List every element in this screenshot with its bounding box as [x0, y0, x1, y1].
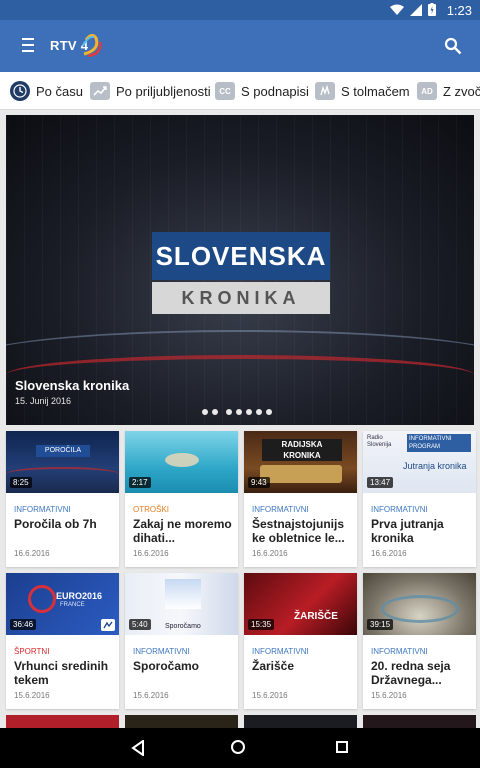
- search-icon[interactable]: [444, 37, 462, 55]
- video-card-partial[interactable]: [6, 715, 119, 729]
- trending-icon: [90, 82, 110, 100]
- video-card[interactable]: EURO2016 FRANCE 36:46 ŠPORTNI Vrhunci sr…: [6, 573, 119, 709]
- category: ŠPORTNI: [14, 647, 50, 656]
- video-title: Žarišče: [252, 659, 295, 673]
- duration: 8:25: [10, 477, 32, 488]
- video-title: Sporočamo: [133, 659, 200, 673]
- logo-swirl-icon: [82, 34, 102, 58]
- show-logo: SLOVENSKA KRONIKA: [152, 232, 330, 314]
- featured-carousel[interactable]: SLOVENSKA KRONIKA Slovenska kronika 15. …: [6, 115, 474, 425]
- thumbnail: EURO2016 FRANCE 36:46: [6, 573, 119, 635]
- recent-apps-icon[interactable]: [336, 741, 348, 753]
- video-date: 15.6.2016: [133, 691, 169, 700]
- video-title: 20. redna seja Državnega...: [371, 659, 451, 687]
- filter-label: Po priljubljenosti: [116, 83, 211, 99]
- video-card[interactable]: Radio Slovenija INFORMATIVNI PROGRAM Jut…: [363, 431, 476, 567]
- video-card[interactable]: Sporočamo 5:40 INFORMATIVNI Sporočamo 15…: [125, 573, 238, 709]
- menu-icon[interactable]: [22, 38, 36, 54]
- audio-description-icon: AD: [417, 82, 437, 100]
- filter-label: Po času: [36, 83, 83, 99]
- app-bar: RTV 4: [0, 20, 480, 72]
- carousel-indicator[interactable]: [202, 409, 272, 415]
- category: INFORMATIVNI: [252, 647, 309, 656]
- duration: 36:46: [10, 619, 37, 630]
- system-navigation-bar: [0, 728, 480, 768]
- filter-sign-language[interactable]: S tolmačem: [315, 80, 410, 102]
- video-card[interactable]: RADIJSKA KRONIKA 9:43 INFORMATIVNI Šestn…: [244, 431, 357, 567]
- filter-by-time[interactable]: Po času: [10, 80, 83, 102]
- category: INFORMATIVNI: [133, 647, 190, 656]
- video-date: 16.6.2016: [371, 549, 407, 558]
- thumbnail: 2:17: [125, 431, 238, 493]
- thumbnail: 39:15: [363, 573, 476, 635]
- category: INFORMATIVNI: [371, 505, 428, 514]
- duration: 39:15: [367, 619, 394, 630]
- video-date: 16.6.2016: [252, 549, 288, 558]
- category: INFORMATIVNI: [371, 647, 428, 656]
- duration: 2:17: [129, 477, 151, 488]
- duration: 13:47: [367, 477, 394, 488]
- cc-icon: CC: [215, 82, 235, 100]
- video-card-partial[interactable]: [125, 715, 238, 729]
- category: INFORMATIVNI: [14, 505, 71, 514]
- video-card-partial[interactable]: [244, 715, 357, 729]
- video-title: Poročila ob 7h: [14, 517, 97, 531]
- sign-language-icon: [315, 82, 335, 100]
- duration: 5:40: [129, 619, 151, 630]
- thumbnail: ŽARIŠČE 15:35: [244, 573, 357, 635]
- wifi-icon: [390, 4, 404, 15]
- sport-icon: [101, 619, 115, 631]
- video-card[interactable]: 39:15 INFORMATIVNI 20. redna seja Državn…: [363, 573, 476, 709]
- video-card[interactable]: POROČILA 8:25 INFORMATIVNI Poročila ob 7…: [6, 431, 119, 567]
- video-date: 15.6.2016: [14, 691, 50, 700]
- category: OTROŠKI: [133, 505, 170, 514]
- thumbnail: POROČILA 8:25: [6, 431, 119, 493]
- filter-audio-description[interactable]: AD Z zvočn: [417, 80, 480, 102]
- video-title: Zakaj ne moremo dihati...: [133, 517, 232, 545]
- video-card[interactable]: ŽARIŠČE 15:35 INFORMATIVNI Žarišče 15.6.…: [244, 573, 357, 709]
- rtv4-logo[interactable]: RTV 4: [50, 32, 102, 60]
- category: INFORMATIVNI: [252, 505, 309, 514]
- video-card[interactable]: 2:17 OTROŠKI Zakaj ne moremo dihati... 1…: [125, 431, 238, 567]
- clock-time: 1:23: [446, 3, 472, 18]
- clock-icon: [10, 81, 30, 101]
- video-date: 15.6.2016: [252, 691, 288, 700]
- filter-subtitles[interactable]: CC S podnapisi: [215, 80, 309, 102]
- battery-icon: [428, 3, 436, 16]
- duration: 15:35: [248, 619, 275, 630]
- home-icon[interactable]: [231, 740, 245, 754]
- signal-icon: [410, 3, 422, 16]
- video-title: Vrhunci sredinih tekem: [14, 659, 109, 687]
- filter-label: S tolmačem: [341, 83, 410, 99]
- duration: 9:43: [248, 477, 270, 488]
- video-title: Šestnajstojunijs ke obletnice le...: [252, 517, 345, 545]
- thumbnail: Radio Slovenija INFORMATIVNI PROGRAM Jut…: [363, 431, 476, 493]
- video-date: 16.6.2016: [14, 549, 50, 558]
- filter-label: Z zvočn: [443, 83, 480, 99]
- back-icon[interactable]: [131, 740, 145, 756]
- video-title: Prva jutranja kronika: [371, 517, 444, 545]
- thumbnail: Sporočamo 5:40: [125, 573, 238, 635]
- filter-label: S podnapisi: [241, 83, 309, 99]
- filter-bar: Po času Po priljubljenosti CC S podnapis…: [0, 72, 480, 110]
- featured-title: Slovenska kronika: [15, 378, 130, 393]
- filter-by-popularity[interactable]: Po priljubljenosti: [90, 80, 211, 102]
- video-card-partial[interactable]: [363, 715, 476, 729]
- thumbnail: RADIJSKA KRONIKA 9:43: [244, 431, 357, 493]
- video-date: 15.6.2016: [371, 691, 407, 700]
- video-date: 16.6.2016: [133, 549, 169, 558]
- status-bar: 1:23: [0, 0, 480, 20]
- featured-date: 15. Junij 2016: [15, 396, 72, 406]
